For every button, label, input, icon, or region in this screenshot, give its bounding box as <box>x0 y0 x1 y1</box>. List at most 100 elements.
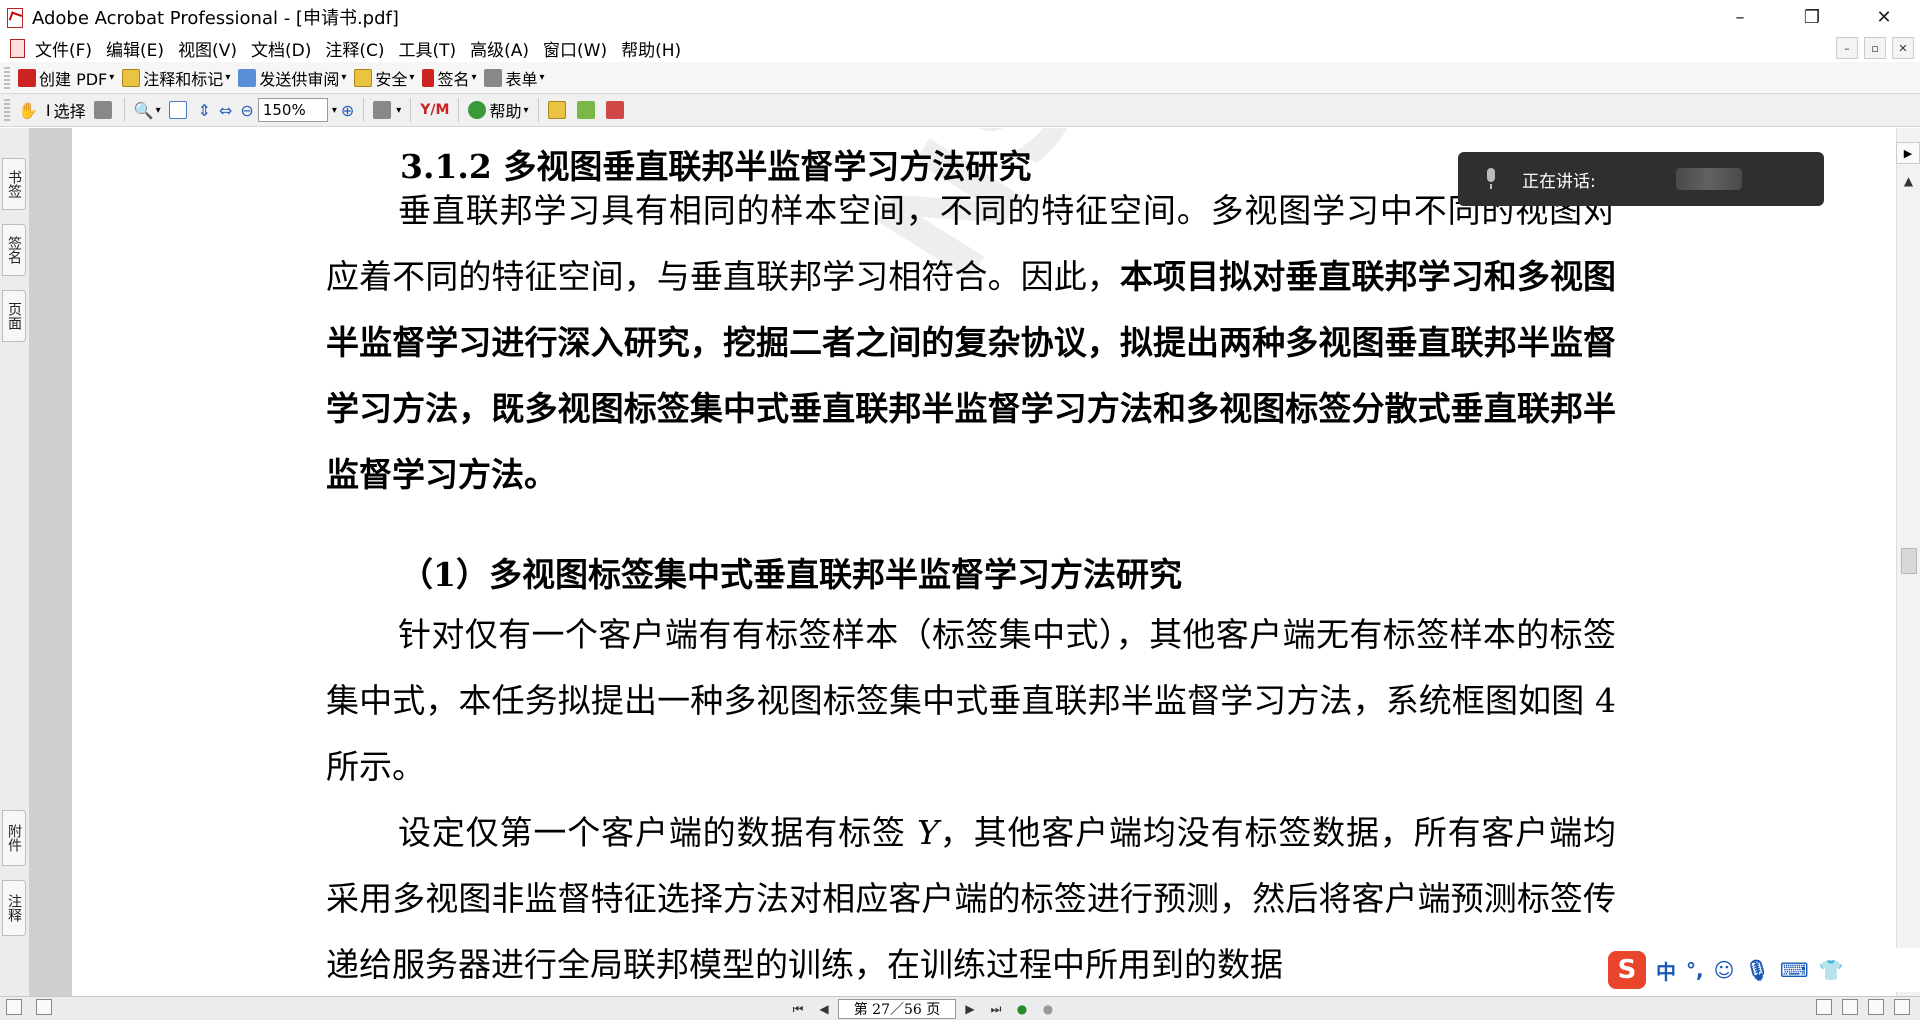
zoom-tool-button[interactable]: 🔍 ▾ <box>130 97 165 123</box>
strikeout-tool-button[interactable] <box>602 97 631 123</box>
send-review-button[interactable]: 发送供审阅 ▾ <box>234 65 350 91</box>
fit-width-button[interactable]: ⇔ <box>215 97 236 123</box>
hand-tool-button[interactable]: ✋ <box>14 97 42 123</box>
ime-skin-icon[interactable]: 👕 <box>1819 958 1844 982</box>
tab-attachments-label: 附件 <box>6 824 22 852</box>
previous-page-icon[interactable]: ◀ <box>812 999 836 1019</box>
options-icon[interactable] <box>36 999 52 1015</box>
menu-view[interactable]: 视图(V) <box>171 36 244 61</box>
forms-button[interactable]: 表单 ▾ <box>480 65 548 91</box>
select-tool-button[interactable]: Ⅰ 选择 <box>42 97 90 123</box>
toolbar-grip[interactable] <box>4 99 10 121</box>
help-button[interactable]: 帮助 ▾ <box>464 97 532 123</box>
zoom-level-input[interactable] <box>257 98 328 122</box>
highlight-tool-button[interactable] <box>544 97 573 123</box>
ym-plugin-button[interactable]: Y∕M <box>416 97 453 123</box>
tab-bookmarks[interactable]: 书签 <box>2 158 26 210</box>
forms-icon <box>484 68 503 87</box>
facing-icon[interactable] <box>1868 999 1884 1015</box>
last-page-icon[interactable]: ⏭ <box>984 999 1008 1019</box>
window-title: Adobe Acrobat Professional - [申请书.pdf] <box>32 8 399 29</box>
page-size-icon[interactable] <box>6 999 22 1015</box>
label-variable: Y <box>917 813 939 852</box>
document-view[interactable]: NSFC 3.1.2 多视图垂直联邦半监督学习方法研究 垂直联邦学习具有相同的样… <box>72 128 1856 996</box>
help-icon <box>468 101 487 119</box>
ime-chinese-mode[interactable]: 中 <box>1656 956 1676 985</box>
ime-voice-icon[interactable]: 🎙 <box>1744 958 1769 982</box>
menu-window[interactable]: 窗口(W) <box>536 36 614 61</box>
menu-document[interactable]: 文档(D) <box>244 36 318 61</box>
menu-edit[interactable]: 编辑(E) <box>99 36 171 61</box>
scrollbar-thumb[interactable] <box>1901 548 1917 574</box>
zoom-in-button[interactable]: ⊕ <box>337 97 358 123</box>
next-page-icon[interactable]: ▶ <box>958 999 982 1019</box>
zoom-out-icon: ⊖ <box>240 100 254 120</box>
ime-keyboard-icon[interactable]: ⌨ <box>1780 958 1809 982</box>
fit-page-button[interactable]: ⇕ <box>194 97 215 123</box>
navigation-panel: 书签 签名 页面 附件 注释 <box>0 128 30 996</box>
paragraph-1: 垂直联邦学习具有相同的样本空间，不同的特征空间。多视图学习中不同的视图对应着不同… <box>326 178 1616 508</box>
chevron-down-icon: ▾ <box>523 104 529 116</box>
chevron-down-icon: ▾ <box>225 72 231 83</box>
underline-icon <box>576 101 595 119</box>
continuous-icon[interactable] <box>1842 999 1858 1015</box>
toolbar-grip[interactable] <box>4 66 10 89</box>
status-bar: ⏮ ◀ 第 27／56 页 ▶ ⏭ ● ● <box>0 996 1920 1020</box>
comment-markup-button[interactable]: 注释和标记 ▾ <box>118 65 234 91</box>
minimize-button[interactable]: – <box>1704 0 1776 34</box>
menu-file[interactable]: 文件(F) <box>28 36 99 61</box>
chevron-down-icon: ▾ <box>396 104 402 116</box>
send-review-label: 发送供审阅 <box>259 69 340 89</box>
security-button[interactable]: 安全 ▾ <box>350 65 418 91</box>
tab-pages[interactable]: 页面 <box>2 290 26 342</box>
continuous-facing-icon[interactable] <box>1894 999 1910 1015</box>
menu-comments[interactable]: 注释(C) <box>318 36 391 61</box>
doc-minimize-button[interactable]: – <box>1836 37 1858 59</box>
doc-restore-button[interactable]: ▫ <box>1864 37 1886 59</box>
actual-size-icon <box>168 101 187 119</box>
tab-attachments[interactable]: 附件 <box>2 810 26 866</box>
underline-tool-button[interactable] <box>573 97 602 123</box>
status-left-controls <box>6 999 52 1015</box>
toolbar-separator <box>458 98 460 122</box>
single-page-icon[interactable] <box>1816 999 1832 1015</box>
next-view-icon[interactable]: ● <box>1036 999 1060 1019</box>
restore-button[interactable]: ❐ <box>1776 0 1848 34</box>
ime-punctuation-icon[interactable]: °, <box>1686 958 1704 982</box>
fit-width-icon: ⇔ <box>219 100 233 120</box>
zoom-in-plus-icon: ⊕ <box>340 100 355 120</box>
pdf-document-icon[interactable] <box>6 38 28 58</box>
menu-advanced[interactable]: 高级(A) <box>463 36 536 61</box>
chevron-down-icon: ▾ <box>341 72 347 83</box>
actual-size-button[interactable] <box>165 97 194 123</box>
zoom-out-button[interactable]: ⊖ <box>236 97 257 123</box>
vertical-scrollbar[interactable]: ▲ <box>1896 128 1920 996</box>
create-pdf-button[interactable]: 创建 PDF ▾ <box>14 65 118 91</box>
acrobat-app-icon <box>4 6 26 28</box>
hand-icon: ✋ <box>18 100 38 120</box>
menu-tools[interactable]: 工具(T) <box>391 36 463 61</box>
tab-signatures[interactable]: 签名 <box>2 224 26 276</box>
doc-close-button[interactable]: ✕ <box>1892 37 1914 59</box>
sign-button[interactable]: 签名 ▾ <box>418 65 480 91</box>
panel-expand-button[interactable]: ▶ <box>1896 142 1920 164</box>
snapshot-button[interactable] <box>90 97 119 123</box>
chevron-down-icon: ▾ <box>109 72 115 83</box>
rotate-view-button[interactable]: ▾ <box>369 97 405 123</box>
close-button[interactable]: ✕ <box>1848 0 1920 34</box>
tab-bookmarks-label: 书签 <box>6 170 22 198</box>
chevron-down-icon: ▾ <box>539 72 545 83</box>
first-page-icon[interactable]: ⏮ <box>786 999 810 1019</box>
menu-help[interactable]: 帮助(H) <box>614 36 688 61</box>
comment-markup-icon <box>122 68 141 87</box>
page-indicator[interactable]: 第 27／56 页 <box>838 999 956 1019</box>
tab-signatures-label: 签名 <box>6 236 22 264</box>
previous-view-icon[interactable]: ● <box>1010 999 1034 1019</box>
panel-splitter[interactable] <box>30 128 72 996</box>
scroll-up-icon[interactable]: ▲ <box>1897 168 1920 194</box>
tab-comments[interactable]: 注释 <box>2 880 26 936</box>
sogou-logo-icon[interactable]: S <box>1608 951 1646 989</box>
security-label: 安全 <box>375 69 408 89</box>
strikeout-icon <box>605 101 624 119</box>
ime-emoji-icon[interactable]: ☺ <box>1714 958 1735 982</box>
